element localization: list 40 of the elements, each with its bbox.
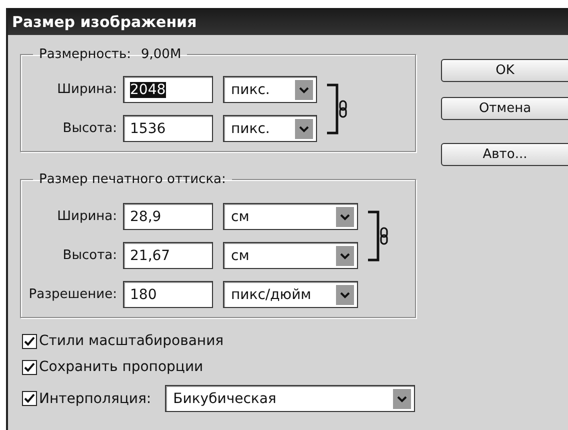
unit-dropdown[interactable]: пикс/дюйм: [223, 281, 358, 308]
group-legend: Размер печатного оттиска:: [39, 172, 226, 187]
checkbox-label: Сохранить пропорции: [39, 359, 204, 375]
field-label: Ширина:: [56, 209, 118, 224]
pixel-size-value: 9,00M: [141, 47, 182, 62]
field-label: Разрешение:: [28, 287, 118, 302]
chevron-down-icon: [336, 284, 354, 304]
checkbox-label: Интерполяция:: [39, 390, 152, 406]
number-field[interactable]: 2048: [123, 76, 213, 103]
dialog-button[interactable]: Отмена: [441, 97, 568, 120]
unit-dropdown[interactable]: пикс.: [223, 115, 317, 142]
field-label: Высота:: [62, 248, 118, 263]
checkbox-label: Стили масштабирования: [39, 333, 224, 349]
checkbox[interactable]: [22, 391, 37, 406]
unit-dropdown[interactable]: пикс.: [223, 76, 317, 103]
number-field[interactable]: 1536: [123, 115, 213, 142]
dialog-button[interactable]: Авто...: [441, 143, 568, 166]
unit-dropdown[interactable]: см: [223, 203, 358, 230]
checkmark-icon: [24, 393, 35, 404]
chevron-down-icon: [336, 206, 354, 226]
link-bracket-drawing: [366, 210, 390, 262]
number-field[interactable]: 180: [123, 281, 213, 308]
checkbox[interactable]: [22, 360, 37, 374]
chevron-down-icon: [295, 80, 313, 100]
link-bracket-drawing: [325, 83, 349, 135]
chevron-down-icon: [393, 388, 412, 408]
number-field[interactable]: 21,67: [123, 242, 213, 269]
group-legend: Размерность:: [39, 47, 131, 62]
window-title: Размер изображения: [12, 12, 197, 30]
field-label: Высота:: [62, 121, 118, 136]
checkmark-icon: [24, 336, 35, 346]
dialog-button[interactable]: OK: [441, 59, 568, 82]
unit-dropdown[interactable]: см: [223, 242, 358, 269]
checkbox[interactable]: [22, 334, 37, 348]
interpolation-dropdown[interactable]: Бикубическая: [165, 385, 416, 412]
checkmark-icon: [24, 362, 35, 372]
number-field[interactable]: 28,9: [123, 203, 213, 230]
chevron-down-icon: [295, 118, 313, 138]
field-label: Ширина:: [56, 82, 118, 97]
chevron-down-icon: [336, 246, 354, 266]
